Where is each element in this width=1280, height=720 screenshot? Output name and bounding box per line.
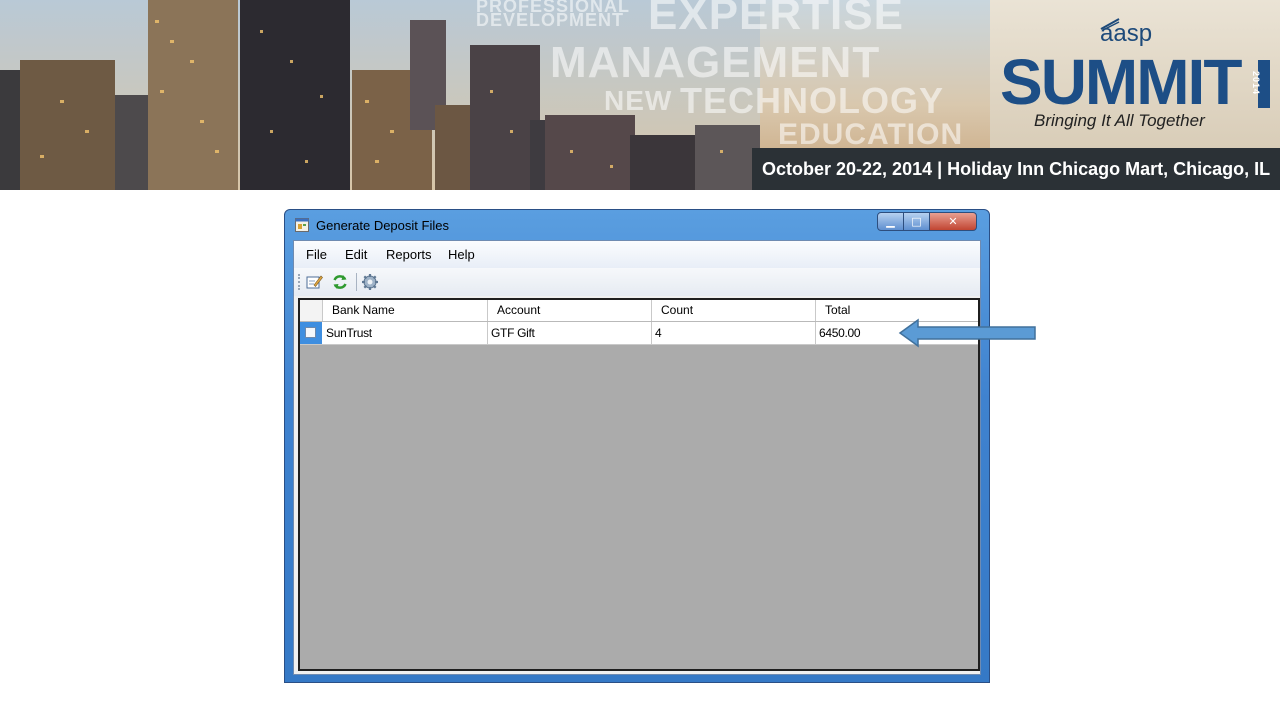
- deposit-files-grid[interactable]: Bank Name Account Count Total SunTrust G…: [298, 298, 980, 671]
- cell-bank-name[interactable]: SunTrust: [323, 322, 488, 344]
- refresh-button[interactable]: [330, 272, 350, 292]
- bg-word: TECHNOLOGY: [680, 80, 945, 121]
- table-row[interactable]: SunTrust GTF Gift 4 6450.00: [300, 322, 978, 345]
- close-icon: ✕: [948, 215, 958, 228]
- close-button[interactable]: ✕: [930, 212, 977, 231]
- column-header-bank-name[interactable]: Bank Name: [323, 300, 488, 321]
- window-titlebar[interactable]: Generate Deposit Files ▁ □ ✕: [285, 210, 989, 240]
- settings-gear-icon: [362, 274, 378, 290]
- row-header-selected[interactable]: [300, 322, 322, 344]
- event-year-badge: 2014: [1251, 60, 1270, 108]
- bg-word: NEW: [604, 85, 673, 116]
- event-name: SUMMIT: [1000, 46, 1242, 118]
- event-year: 2014: [1251, 70, 1262, 96]
- column-header-count[interactable]: Count: [652, 300, 816, 321]
- column-header-account[interactable]: Account: [488, 300, 652, 321]
- edit-button[interactable]: [304, 272, 324, 292]
- bg-word: EXPERTISE: [648, 0, 904, 39]
- grid-header-row: Bank Name Account Count Total: [300, 300, 978, 322]
- minimize-button[interactable]: ▁: [877, 212, 904, 231]
- toolbar-grip[interactable]: [298, 274, 302, 290]
- maximize-button[interactable]: □: [904, 212, 930, 231]
- app-window-icon: [295, 218, 309, 232]
- conference-banner: PROFESSIONAL DEVELOPMENT EXPERTISE MANAG…: [0, 0, 1280, 190]
- menu-file[interactable]: File: [306, 247, 327, 262]
- maximize-icon: □: [911, 215, 922, 228]
- toolbar-separator: [356, 273, 357, 291]
- row-checkbox[interactable]: [305, 327, 316, 338]
- menu-reports[interactable]: Reports: [386, 247, 432, 262]
- grid-corner-cell[interactable]: [300, 300, 323, 321]
- brand-name: aasp: [1100, 20, 1153, 47]
- cell-count[interactable]: 4: [652, 322, 816, 344]
- event-tagline: Bringing It All Together: [1034, 111, 1205, 130]
- settings-button[interactable]: [360, 272, 380, 292]
- cell-account[interactable]: GTF Gift: [488, 322, 652, 344]
- toolbar: [294, 268, 980, 296]
- window-client-area: File Edit Reports Help Bank Name Account…: [293, 240, 981, 675]
- event-date-location: October 20-22, 2014 | Holiday Inn Chicag…: [762, 159, 1271, 179]
- edit-icon: [306, 275, 323, 289]
- minimize-icon: ▁: [886, 215, 895, 228]
- menu-edit[interactable]: Edit: [345, 247, 367, 262]
- generate-deposit-files-window: Generate Deposit Files ▁ □ ✕ File Edit R…: [284, 209, 990, 683]
- bg-word: EDUCATION: [778, 118, 964, 151]
- refresh-icon: [333, 275, 347, 289]
- menu-bar: File Edit Reports Help: [294, 241, 980, 268]
- bg-word: DEVELOPMENT: [476, 10, 625, 30]
- window-title: Generate Deposit Files: [316, 218, 449, 233]
- annotation-arrow-icon: [898, 318, 1036, 348]
- menu-help[interactable]: Help: [448, 247, 475, 262]
